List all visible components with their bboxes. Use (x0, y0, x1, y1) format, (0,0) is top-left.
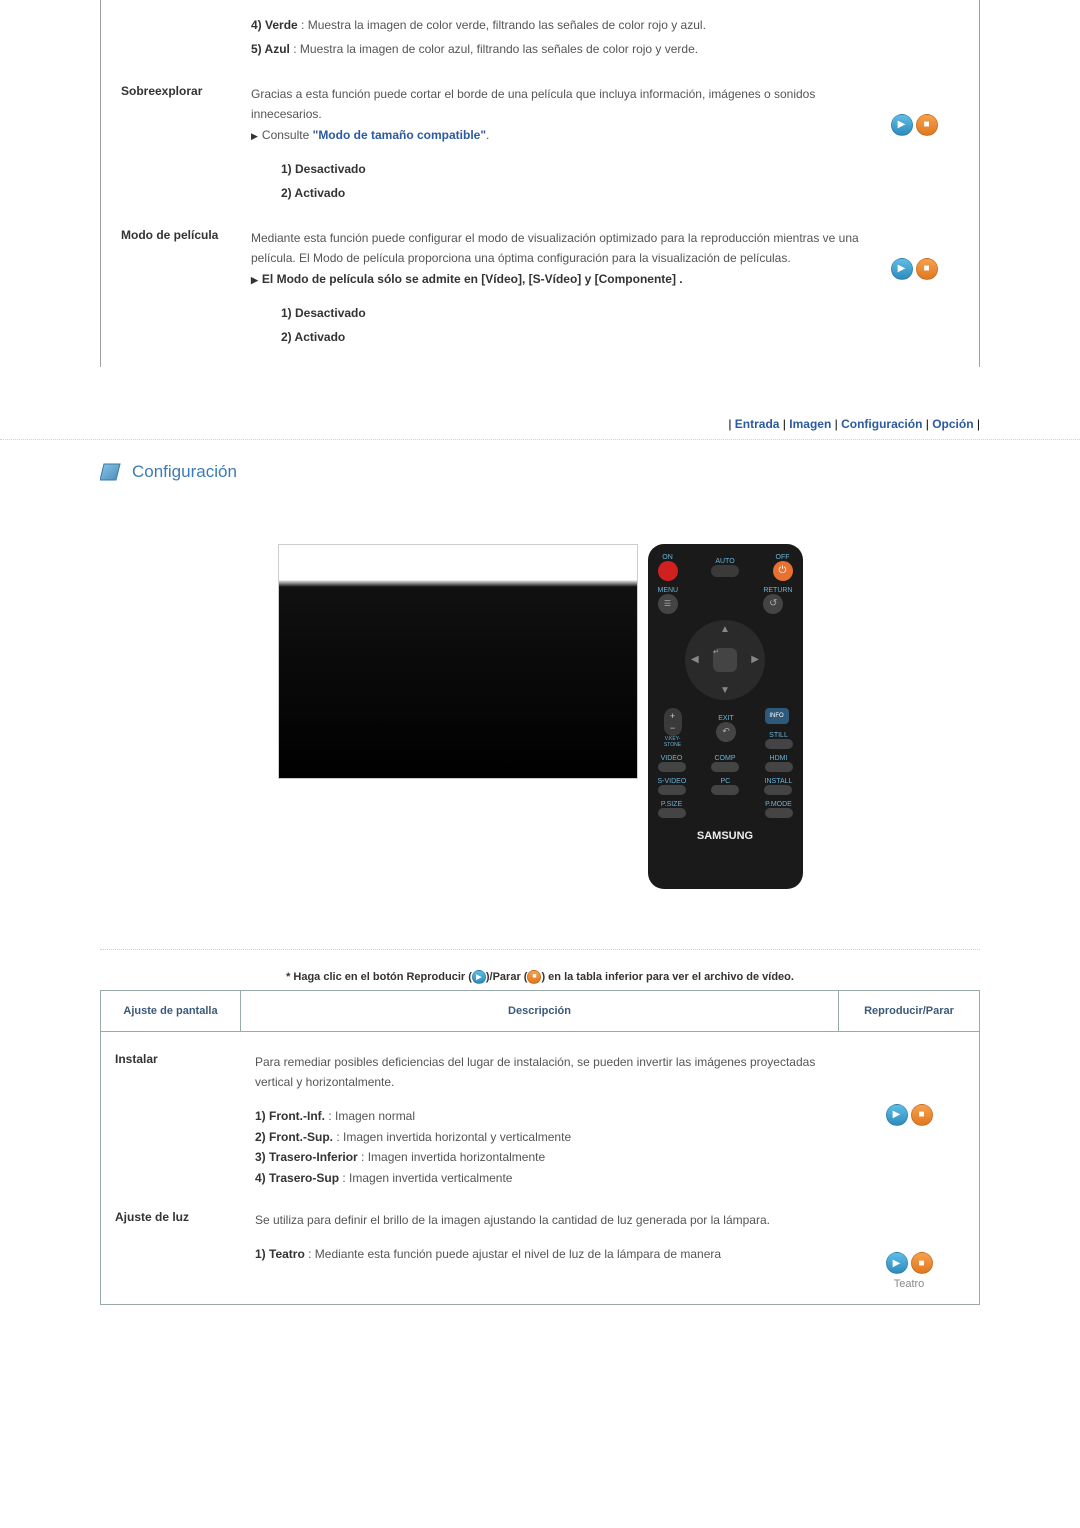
consult-prefix: Consulte (262, 128, 313, 142)
nav-configuracion[interactable]: Configuración (841, 417, 922, 431)
video-hint: * Haga clic en el botón Reproducir (▶)/P… (100, 970, 980, 984)
play-icon[interactable]: ▶ (891, 258, 913, 280)
verde-text: : Muestra la imagen de color verde, filt… (298, 18, 706, 32)
settings-table-top: 4) Verde : Muestra la imagen de color ve… (100, 0, 980, 367)
sobre-opt1: 1) Desactivado (281, 159, 869, 179)
modopel-opt2: 2) Activado (281, 327, 869, 347)
modo-pelicula-label: Modo de película (121, 228, 251, 352)
breadcrumb-nav: | Entrada | Imagen | Configuración | Opc… (0, 417, 1080, 439)
settings-table-config: Ajuste de pantalla Descripción Reproduci… (100, 990, 980, 1305)
sobreexplorar-label: Sobreexplorar (121, 84, 251, 208)
sobreexplorar-desc: Gracias a esta función puede cortar el b… (251, 84, 869, 125)
samsung-logo: SAMSUNG (658, 830, 793, 842)
stop-icon-inline: ■ (527, 970, 541, 984)
media-label-teatro: Teatro (839, 1278, 979, 1290)
consult-suffix: . (486, 128, 489, 142)
stop-icon[interactable]: ■ (911, 1252, 933, 1274)
th-media: Reproducir/Parar (839, 991, 979, 1031)
section-header: Configuración (0, 440, 1080, 494)
projector-image (278, 544, 638, 779)
verde-bold: 4) Verde (251, 18, 298, 32)
modo-pelicula-note: El Modo de película sólo se admite en [V… (251, 269, 869, 289)
product-imagery: ON AUTO OFF⏻ MENU☰ RETURN↺ ▲ ▼ ◀ ▶ ↵ +−V… (0, 544, 1080, 889)
nav-opcion[interactable]: Opción (932, 417, 973, 431)
azul-bold: 5) Azul (251, 42, 290, 56)
section-title: Configuración (132, 462, 237, 482)
azul-text: : Muestra la imagen de color azul, filtr… (290, 42, 698, 56)
nav-imagen[interactable]: Imagen (789, 417, 831, 431)
compat-mode-link[interactable]: "Modo de tamaño compatible" (313, 128, 486, 142)
play-icon[interactable]: ▶ (891, 114, 913, 136)
stop-icon[interactable]: ■ (916, 258, 938, 280)
modo-pelicula-desc: Mediante esta función puede configurar e… (251, 228, 869, 269)
ajusteluz-label: Ajuste de luz (101, 1204, 241, 1290)
instalar-desc: Para remediar posibles deficiencias del … (255, 1052, 825, 1093)
stop-icon[interactable]: ■ (916, 114, 938, 136)
sobre-opt2: 2) Activado (281, 183, 869, 203)
instalar-label: Instalar (101, 1046, 241, 1194)
play-icon-inline: ▶ (472, 970, 486, 984)
play-icon[interactable]: ▶ (886, 1104, 908, 1126)
play-icon[interactable]: ▶ (886, 1252, 908, 1274)
modopel-opt1: 1) Desactivado (281, 303, 869, 323)
th-desc: Descripción (241, 991, 839, 1031)
ajusteluz-desc: Se utiliza para definir el brillo de la … (255, 1210, 825, 1230)
nav-entrada[interactable]: Entrada (735, 417, 780, 431)
th-ajuste: Ajuste de pantalla (101, 991, 241, 1031)
stop-icon[interactable]: ■ (911, 1104, 933, 1126)
remote-control-image: ON AUTO OFF⏻ MENU☰ RETURN↺ ▲ ▼ ◀ ▶ ↵ +−V… (648, 544, 803, 889)
config-icon (100, 460, 124, 484)
